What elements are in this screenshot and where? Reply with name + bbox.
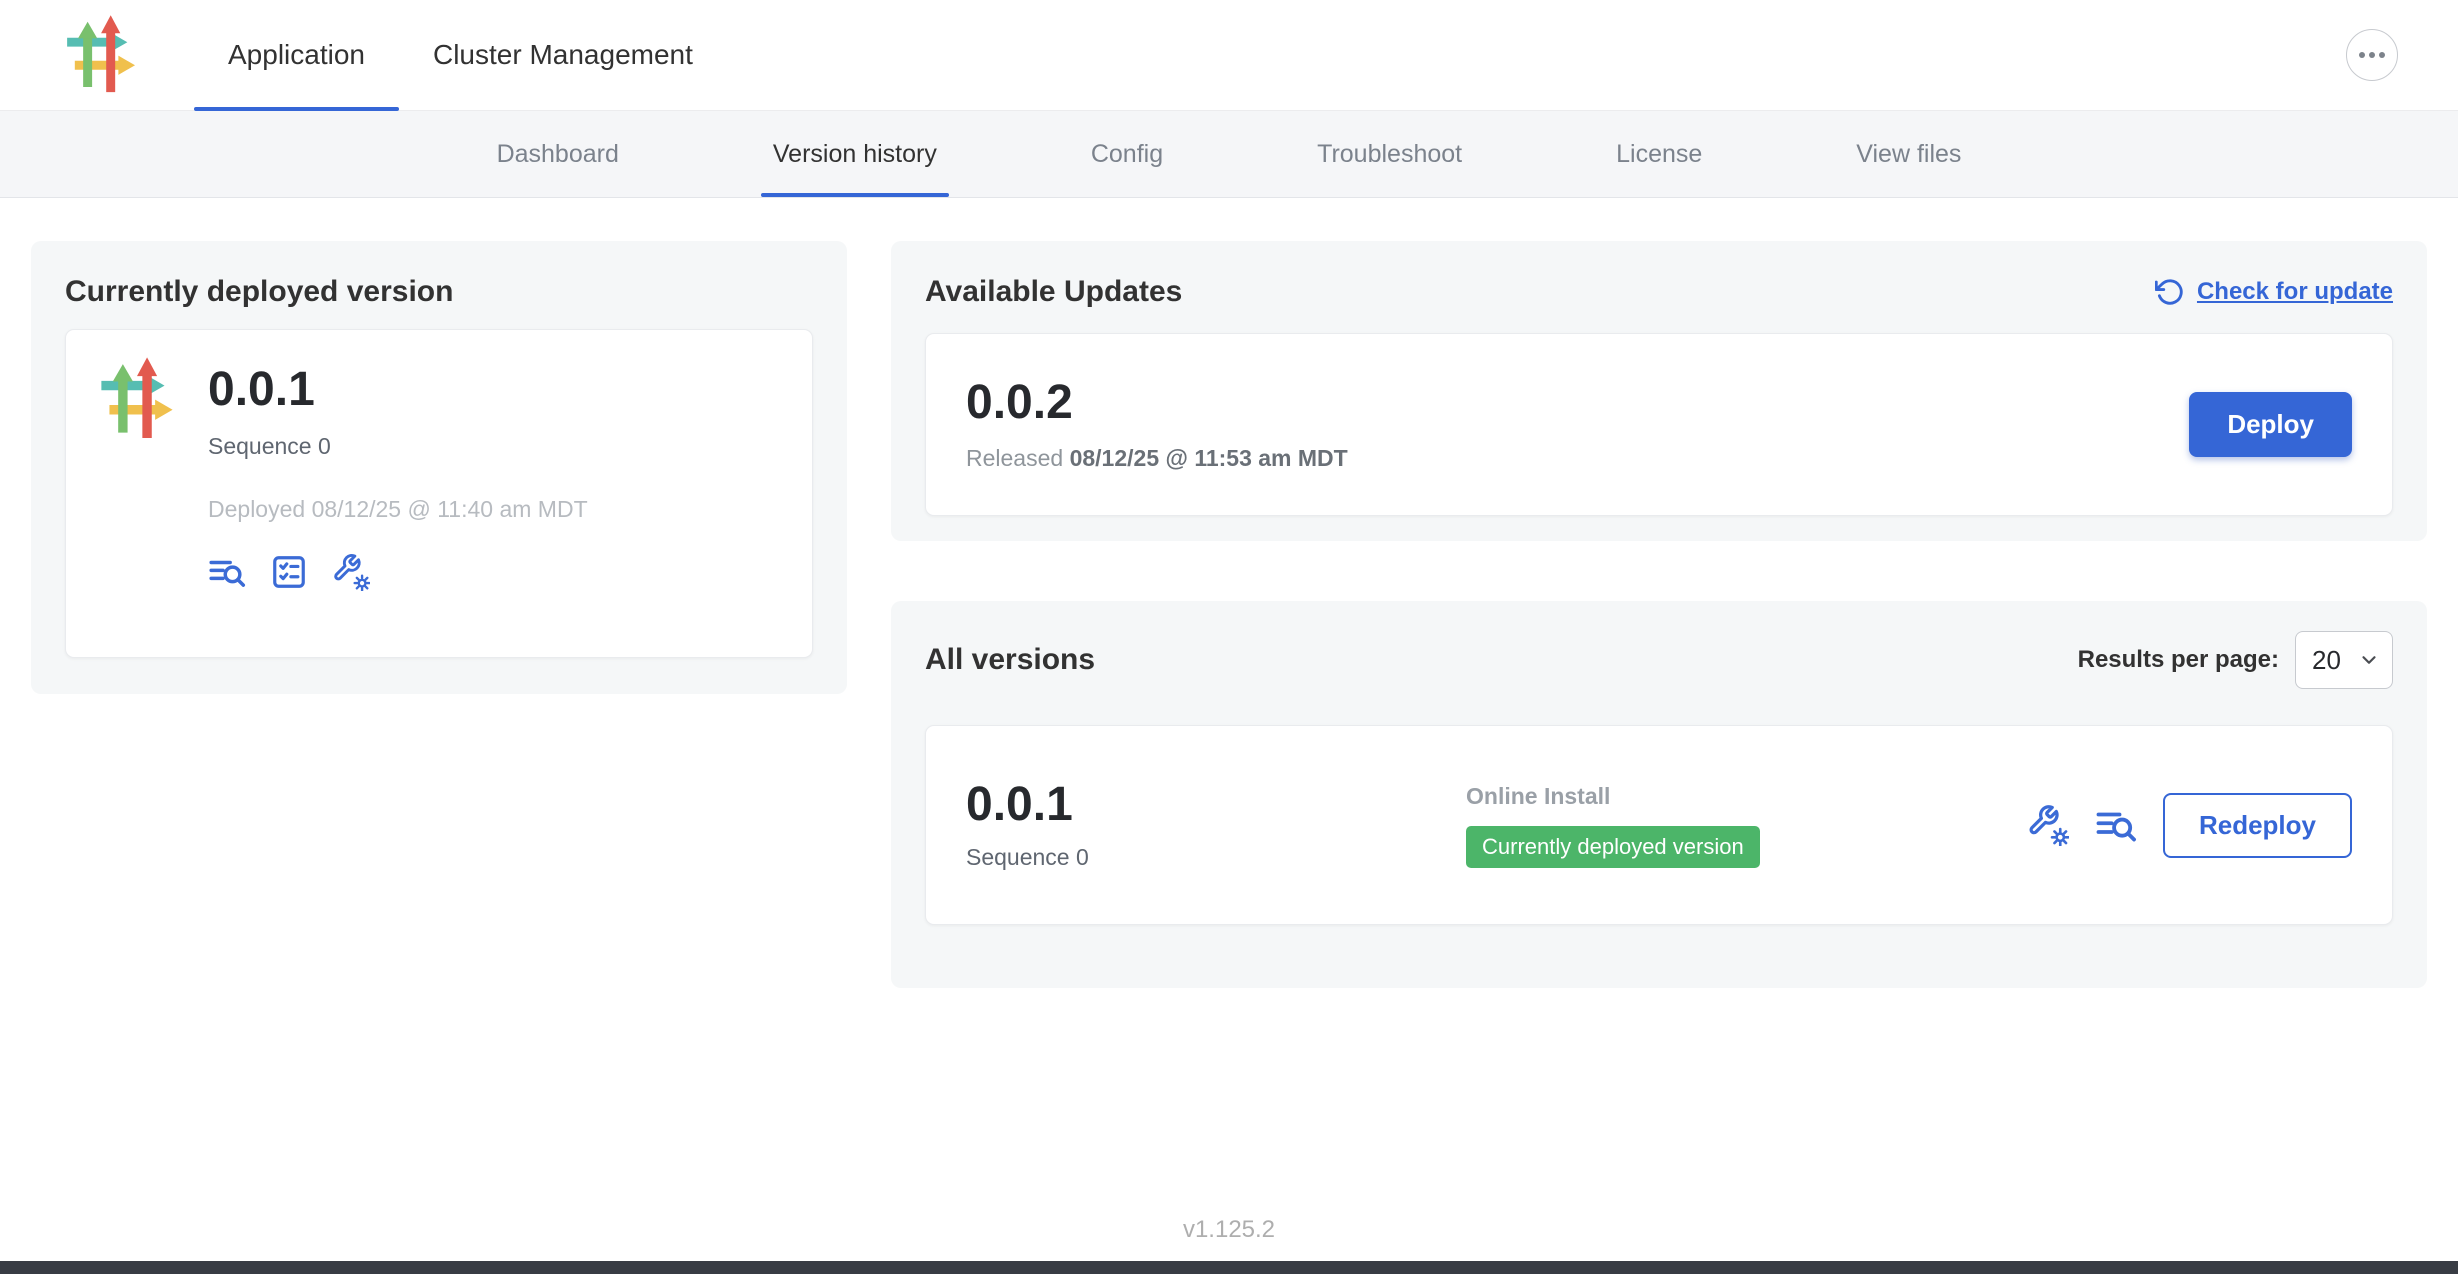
tab-cluster-management[interactable]: Cluster Management [399,0,727,110]
deployed-card-title: Currently deployed version [65,275,813,309]
config-wrench-icon[interactable] [2027,804,2069,846]
row-sequence: Sequence 0 [966,844,1466,871]
available-updates-card: Available Updates Check for update 0.0.2… [891,241,2427,541]
deployed-sequence: Sequence 0 [208,433,588,460]
subnav-label: License [1616,140,1702,169]
released-date: 08/12/25 @ 11:53 am MDT [1070,445,1348,471]
subnav-item-license[interactable]: License [1604,111,1714,197]
deployed-timestamp: Deployed 08/12/25 @ 11:40 am MDT [208,496,588,523]
deployed-version-number: 0.0.1 [208,364,588,417]
preflight-checklist-icon[interactable] [270,553,308,591]
version-row: 0.0.1 Sequence 0 Online Install Currentl… [925,725,2393,925]
subnav-item-config[interactable]: Config [1079,111,1175,197]
subnav-label: Troubleshoot [1317,140,1462,169]
currently-deployed-badge: Currently deployed version [1466,826,1760,868]
subnav-item-troubleshoot[interactable]: Troubleshoot [1305,111,1474,197]
released-prefix: Released [966,445,1063,471]
deployed-action-icons [208,553,588,591]
app-logo [60,0,146,110]
subnav-item-version-history[interactable]: Version history [761,111,949,197]
subnav-label: Config [1091,140,1163,169]
redeploy-button[interactable]: Redeploy [2163,793,2352,858]
ellipsis-icon [2358,51,2386,59]
chevron-down-icon [2358,649,2380,671]
deployed-version-inner-card: 0.0.1 Sequence 0 Deployed 08/12/25 @ 11:… [65,329,813,658]
console-version: v1.125.2 [0,1216,2458,1244]
check-for-update-link[interactable]: Check for update [2155,277,2393,307]
row-version-number: 0.0.1 [966,779,1466,832]
bottom-bar [0,1261,2458,1274]
header-tabs: Application Cluster Management [194,0,727,110]
deployed-version-card: Currently deployed version 0.0.1 Sequenc… [31,241,847,694]
results-per-page-select[interactable]: 20 [2295,631,2393,689]
app-icon [96,356,182,631]
overflow-menu-button[interactable] [2346,29,2398,81]
subnav-label: Version history [773,140,937,169]
check-for-update-label: Check for update [2197,278,2393,306]
available-updates-title: Available Updates [925,275,1182,309]
refresh-icon [2155,277,2185,307]
update-version-number: 0.0.2 [966,377,1348,430]
update-released-line: Released 08/12/25 @ 11:53 am MDT [966,445,1348,472]
subnav-item-view-files[interactable]: View files [1844,111,1973,197]
row-install-type: Online Install [1466,783,2027,810]
subnav-label: View files [1856,140,1961,169]
tab-application-label: Application [228,39,365,71]
diff-logs-icon[interactable] [2095,804,2137,846]
all-versions-title: All versions [925,643,1095,677]
deploy-button[interactable]: Deploy [2189,392,2352,457]
update-row: 0.0.2 Released 08/12/25 @ 11:53 am MDT D… [925,333,2393,516]
tab-application[interactable]: Application [194,0,399,110]
top-header: Application Cluster Management [0,0,2458,111]
results-per-page-value: 20 [2312,645,2341,676]
all-versions-card: All versions Results per page: 20 0.0.1 … [891,601,2427,988]
app-subnav: Dashboard Version history Config Trouble… [0,111,2458,198]
subnav-label: Dashboard [497,140,619,169]
tab-cluster-management-label: Cluster Management [433,39,693,71]
config-wrench-icon[interactable] [332,553,370,591]
diff-logs-icon[interactable] [208,553,246,591]
main-content: Currently deployed version 0.0.1 Sequenc… [0,198,2458,988]
results-per-page-label: Results per page: [2078,646,2279,674]
subnav-item-dashboard[interactable]: Dashboard [485,111,631,197]
